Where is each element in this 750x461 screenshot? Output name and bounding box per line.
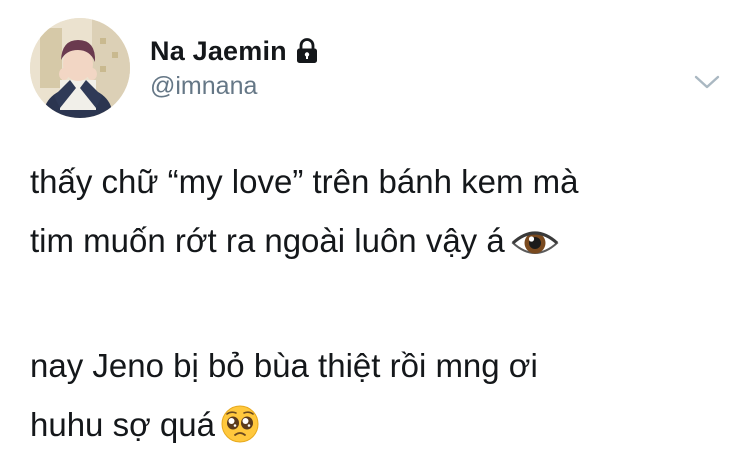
tweet-header: Na Jaemin @imnana <box>30 18 730 122</box>
tweet-line: nay Jeno bị bỏ bùa thiệt rồi mng ơi <box>30 347 538 384</box>
eye-emoji-icon <box>511 218 559 277</box>
chevron-down-icon[interactable] <box>694 74 720 90</box>
avatar[interactable] <box>30 18 130 118</box>
tweet-line-with-emoji: tim muốn rớt ra ngoài luôn vậy á <box>30 211 720 277</box>
tweet-text: thấy chữ “my love” trên bánh kem mà tim … <box>30 152 720 461</box>
tweet-line: tim muốn rớt ra ngoài luôn vậy á <box>30 222 505 259</box>
tweet-card: Na Jaemin @imnana thấy chữ “my love” trê… <box>0 0 750 458</box>
tweet-line-with-emoji: huhu sợ quá <box>30 395 720 461</box>
display-name-row: Na Jaemin <box>150 32 319 70</box>
lock-icon <box>295 38 319 64</box>
tweet-line: thấy chữ “my love” trên bánh kem mà <box>30 163 579 200</box>
user-handle[interactable]: @imnana <box>150 72 319 101</box>
avatar-image <box>30 18 130 118</box>
tweet-line: huhu sợ quá <box>30 406 215 443</box>
pleading-face-emoji-icon <box>221 402 259 461</box>
display-name[interactable]: Na Jaemin <box>150 36 287 67</box>
author-names: Na Jaemin @imnana <box>150 32 319 101</box>
